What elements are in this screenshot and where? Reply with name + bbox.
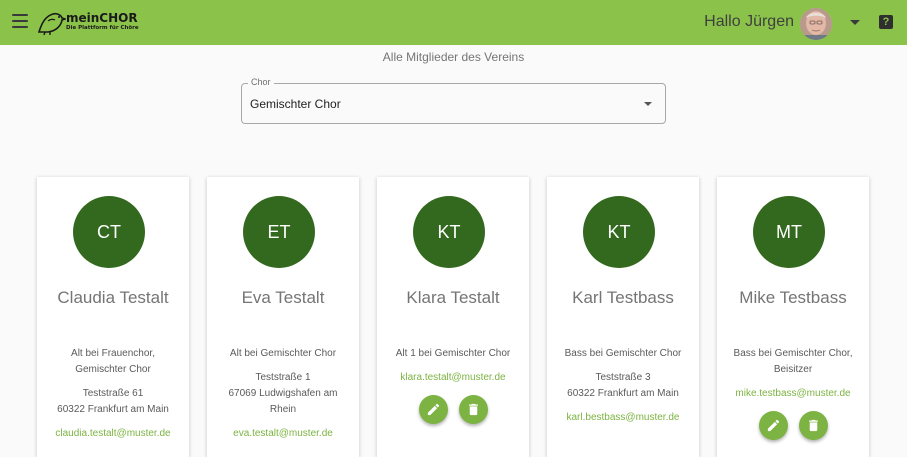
member-avatar-initials: MT: [753, 196, 825, 268]
user-photo-icon: [800, 8, 832, 40]
member-name: Claudia Testalt: [57, 288, 169, 307]
edit-member-button[interactable]: [419, 395, 448, 424]
member-role: Alt bei Frauenchor, Gemischter Chor: [71, 348, 155, 375]
member-city: 60322 Frankfurt am Main: [57, 404, 169, 415]
pencil-icon: [767, 419, 780, 432]
member-email-link[interactable]: eva.testalt@muster.de: [211, 428, 355, 439]
member-card: ET Eva Testalt Alt bei Gemischter Chor T…: [207, 177, 359, 457]
member-city: 60322 Frankfurt am Main: [567, 388, 679, 399]
brand-logo[interactable]: [36, 8, 68, 36]
choir-select-label: Chor: [248, 77, 274, 87]
pencil-icon: [427, 403, 440, 416]
account-dropdown-caret-icon[interactable]: [850, 20, 860, 25]
member-card: MT Mike Testbass Bass bei Gemischter Cho…: [717, 177, 869, 457]
member-role: Alt bei Gemischter Chor: [229, 348, 337, 359]
member-avatar-initials: CT: [73, 196, 145, 268]
user-greeting: Hallo Jürgen: [704, 13, 794, 30]
user-avatar[interactable]: [800, 8, 832, 40]
hamburger-menu-icon[interactable]: [12, 14, 28, 28]
member-street: Teststraße 1: [255, 372, 311, 383]
member-card: CT Claudia Testalt Alt bei Frauenchor, G…: [37, 177, 189, 457]
member-street: Teststraße 61: [82, 388, 144, 399]
choir-select-value: Gemischter Chor: [250, 97, 341, 111]
member-city: 67069 Ludwigshafen am Rhein: [228, 388, 338, 415]
member-card: KT Klara Testalt Alt 1 bei Gemischter Ch…: [377, 177, 529, 457]
member-name: Karl Testbass: [572, 288, 674, 307]
delete-member-button[interactable]: [459, 395, 488, 424]
select-arrow-icon: [644, 102, 652, 106]
delete-member-button[interactable]: [799, 411, 828, 440]
member-avatar-initials: ET: [243, 196, 315, 268]
member-name: Klara Testalt: [406, 288, 500, 307]
member-name: Mike Testbass: [739, 288, 847, 307]
trash-icon: [809, 419, 818, 432]
member-avatar-initials: KT: [413, 196, 485, 268]
brand[interactable]: meinCHOR Die Plattform für Chöre: [66, 12, 139, 32]
member-name: Eva Testalt: [241, 288, 325, 307]
member-street: Teststraße 3: [595, 372, 651, 383]
songbird-logo-icon: [37, 12, 68, 36]
member-role: Bass bei Gemischter Chor: [564, 348, 682, 359]
member-email-link[interactable]: mike.testbass@muster.de: [721, 388, 865, 399]
page-subtitle: Alle Mitglieder des Vereins: [382, 50, 525, 64]
help-question-icon[interactable]: ?: [879, 15, 893, 29]
member-email-link[interactable]: karl.bestbass@muster.de: [551, 412, 695, 423]
member-card: KT Karl Testbass Bass bei Gemischter Cho…: [547, 177, 699, 457]
brand-tagline: Die Plattform für Chöre: [66, 25, 139, 31]
edit-member-button[interactable]: [759, 411, 788, 440]
choir-select[interactable]: Chor Gemischter Chor: [241, 77, 666, 124]
top-app-bar: meinCHOR Die Plattform für Chöre Hallo J…: [0, 0, 907, 45]
brand-name: meinCHOR: [66, 11, 138, 25]
member-email-link[interactable]: klara.testalt@muster.de: [381, 372, 525, 383]
member-role: Bass bei Gemischter Chor, Beisitzer: [733, 348, 853, 375]
member-email-link[interactable]: claudia.testalt@muster.de: [41, 428, 185, 439]
member-avatar-initials: KT: [583, 196, 655, 268]
member-role: Alt 1 bei Gemischter Chor: [395, 348, 511, 359]
trash-icon: [469, 403, 478, 416]
